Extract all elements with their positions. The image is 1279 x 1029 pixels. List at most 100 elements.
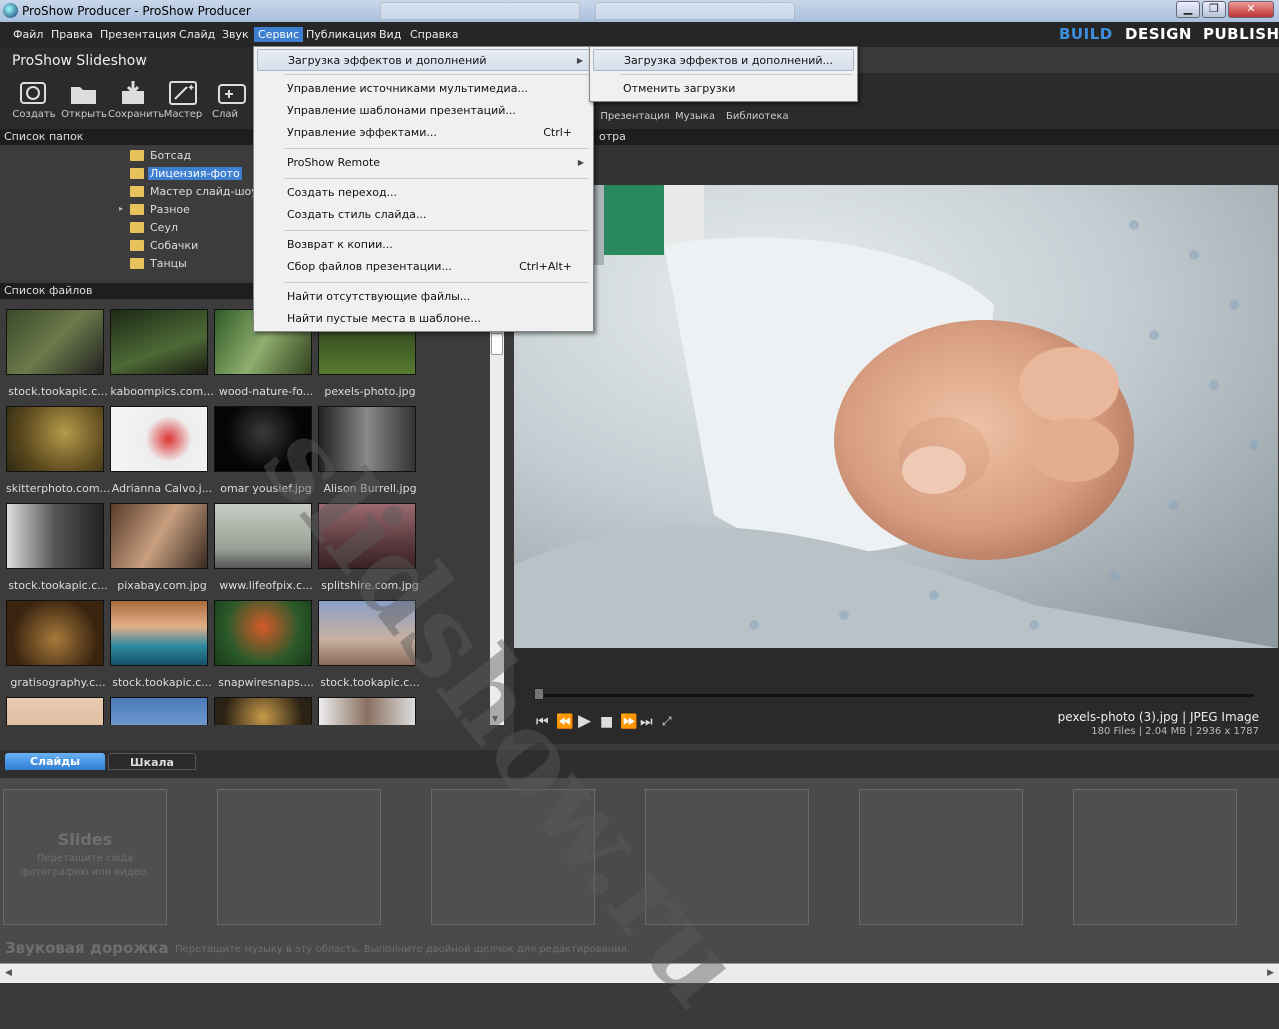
- file-name-type: pexels-photo (3).jpg | JPEG Image: [1057, 710, 1259, 724]
- library-label: Библиотека: [726, 111, 789, 122]
- create-button[interactable]: Создать: [9, 79, 59, 120]
- file-thumb[interactable]: stock.tookapic.c...: [318, 600, 420, 689]
- save-button[interactable]: Сохранить: [108, 79, 164, 120]
- menu-item-create-slide-style[interactable]: Создать стиль слайда...: [257, 204, 590, 226]
- open-button[interactable]: Открыть: [59, 79, 109, 120]
- slide-slot[interactable]: Slides Перетащите сюда фотографию или ви…: [3, 789, 167, 925]
- baby-hand-photo: [514, 185, 1278, 648]
- window-title: ProShow Producer - ProShow Producer: [22, 4, 251, 18]
- skip-end-icon[interactable]: ⏭: [640, 714, 653, 730]
- file-stats: 180 Files | 2.04 MB | 2936 x 1787: [1091, 726, 1259, 737]
- preview-header: отра: [513, 129, 1279, 145]
- file-thumb[interactable]: stock.tookapic.c...: [6, 309, 108, 398]
- thumbnail-image: [214, 406, 312, 472]
- menu-file[interactable]: Файл: [9, 27, 47, 42]
- menu-item-find-missing-files[interactable]: Найти отсутствующие файлы...: [257, 286, 590, 308]
- file-thumb[interactable]: Adrianna Calvo.j...: [110, 406, 212, 495]
- file-thumb[interactable]: snapwiresnaps....: [214, 600, 314, 689]
- fullscreen-icon[interactable]: ⤢: [662, 714, 672, 729]
- app-icon: [3, 3, 18, 18]
- close-button[interactable]: ✕: [1228, 1, 1274, 18]
- mode-publish[interactable]: PUBLISH: [1203, 25, 1279, 43]
- menu-item-templates[interactable]: Управление шаблонами презентаций...: [257, 100, 590, 122]
- mode-design[interactable]: DESIGN: [1125, 25, 1192, 43]
- scrollbar-thumb[interactable]: [491, 333, 503, 355]
- preview-image: [514, 185, 1278, 648]
- submenu-item-cancel-downloads[interactable]: Отменить загрузки: [593, 78, 854, 100]
- music-label: Музыка: [675, 111, 715, 122]
- tab-timeline[interactable]: Шкала: [108, 753, 196, 770]
- menu-item-manage-effects[interactable]: Управление эффектами... Ctrl+: [257, 122, 590, 144]
- file-thumb[interactable]: pixabay.com.jpg: [110, 503, 210, 592]
- expand-arrow-icon[interactable]: ▸: [119, 204, 123, 213]
- menu-view[interactable]: Вид: [375, 27, 405, 42]
- submenu-item-load-effects[interactable]: Загрузка эффектов и дополнений...: [593, 49, 854, 71]
- timeline-playhead[interactable]: [534, 688, 544, 700]
- file-thumb[interactable]: skitterphoto.com...: [6, 406, 110, 495]
- scroll-left-icon[interactable]: ◀: [5, 968, 12, 978]
- menu-item-collect-files[interactable]: Сбор файлов презентации... Ctrl+Alt+: [257, 256, 590, 278]
- file-thumb[interactable]: stock.tookapic.c...: [110, 600, 212, 689]
- load-effects-submenu: Загрузка эффектов и дополнений... Отмени…: [589, 46, 858, 102]
- thumbnail-image: [110, 600, 208, 666]
- file-thumb[interactable]: splitshire.com.jpg: [318, 503, 419, 592]
- maximize-button[interactable]: ❐: [1202, 1, 1226, 18]
- menu-slide[interactable]: Слайд: [175, 27, 219, 42]
- menu-separator: [284, 74, 589, 75]
- play-icon[interactable]: ▶: [578, 711, 591, 731]
- slide-button[interactable]: Слай: [212, 79, 252, 120]
- slide-slot[interactable]: [217, 789, 381, 925]
- thumbnail-image: [6, 503, 104, 569]
- slide-slot[interactable]: [431, 789, 595, 925]
- wizard-label: Мастер: [163, 109, 203, 120]
- menu-help[interactable]: Справка: [406, 27, 462, 42]
- thumbnail-image: [110, 503, 208, 569]
- file-thumb[interactable]: [110, 697, 210, 725]
- menu-edit[interactable]: Правка: [47, 27, 97, 42]
- menu-item-load-effects[interactable]: Загрузка эффектов и дополнений ▶: [257, 49, 590, 71]
- file-thumb[interactable]: [6, 697, 106, 725]
- tab-slides[interactable]: Слайды: [5, 753, 105, 770]
- menu-presentation[interactable]: Презентация: [96, 27, 180, 42]
- menu-item-restore-backup[interactable]: Возврат к копии...: [257, 234, 590, 256]
- fast-forward-icon[interactable]: ⏩: [620, 714, 637, 730]
- file-thumb[interactable]: [318, 697, 418, 725]
- stop-icon[interactable]: ■: [600, 714, 613, 730]
- file-thumb[interactable]: [214, 697, 314, 725]
- horizontal-scrollbar[interactable]: ◀ ▶: [0, 963, 1279, 983]
- thumbnail-image: [110, 697, 208, 725]
- slide-slot[interactable]: [645, 789, 809, 925]
- soundtrack-area[interactable]: Звуковая дорожка Перетащите музыку в эту…: [0, 933, 1279, 963]
- menu-item-create-transition[interactable]: Создать переход...: [257, 182, 590, 204]
- file-thumb[interactable]: stock.tookapic.c...: [6, 503, 108, 592]
- menu-item-find-template-gaps[interactable]: Найти пустые места в шаблоне...: [257, 308, 590, 330]
- wizard-button[interactable]: ✦ Мастер: [158, 79, 208, 120]
- menu-separator: [284, 230, 589, 231]
- file-thumb[interactable]: www.lifeofpix.c...: [214, 503, 314, 592]
- browser-tab-ghost: [380, 2, 580, 20]
- thumbnail-image: [318, 503, 416, 569]
- rewind-icon[interactable]: ⏪: [556, 714, 573, 730]
- slides-placeholder-title: Slides: [57, 830, 113, 849]
- file-thumb[interactable]: kaboompics.com...: [110, 309, 214, 398]
- folders-header: Список папок: [0, 129, 254, 145]
- menu-separator: [620, 74, 853, 75]
- slide-slot[interactable]: [1073, 789, 1237, 925]
- menu-sound[interactable]: Звук: [218, 27, 253, 42]
- timeline-track[interactable]: [536, 694, 1254, 697]
- menu-service[interactable]: Сервис: [254, 27, 304, 42]
- file-list-scrollbar[interactable]: ▼: [490, 299, 504, 725]
- menu-item-proshow-remote[interactable]: ProShow Remote ▶: [257, 152, 590, 174]
- slide-slot[interactable]: [859, 789, 1023, 925]
- open-label: Открыть: [61, 109, 107, 120]
- menu-item-media-sources[interactable]: Управление источниками мультимедиа...: [257, 78, 590, 100]
- menu-publish[interactable]: Публикация: [302, 27, 380, 42]
- scroll-right-icon[interactable]: ▶: [1267, 968, 1274, 978]
- file-thumb[interactable]: Alison Burrell.jpg: [318, 406, 418, 495]
- file-thumb[interactable]: gratisography.c...: [6, 600, 106, 689]
- scroll-down-icon[interactable]: ▼: [492, 714, 498, 723]
- minimize-button[interactable]: ▁: [1176, 1, 1200, 18]
- mode-build[interactable]: BUILD: [1059, 25, 1113, 43]
- file-thumb[interactable]: omar yousief.jpg: [214, 406, 314, 495]
- skip-start-icon[interactable]: ⏮: [536, 714, 549, 730]
